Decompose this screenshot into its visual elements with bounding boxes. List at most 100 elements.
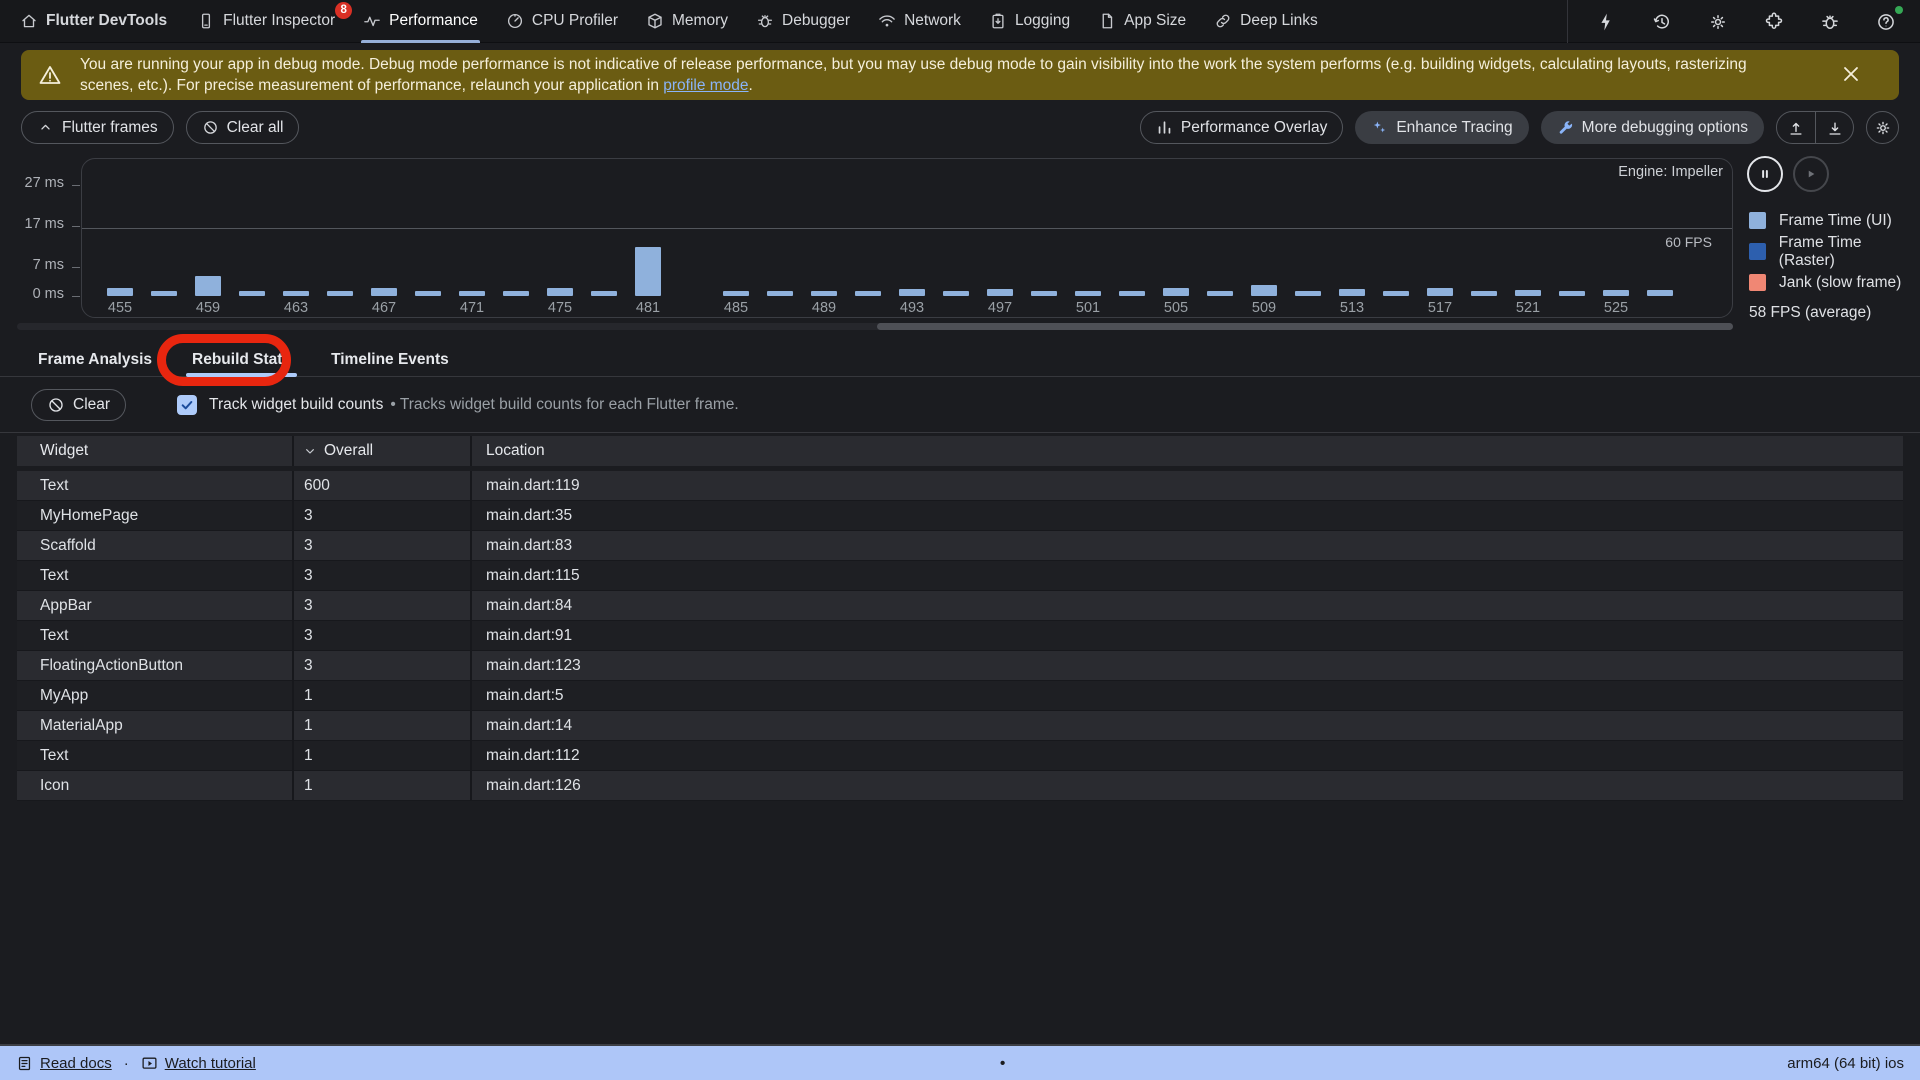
watch-tutorial-link[interactable]: Watch tutorial: [141, 1055, 256, 1072]
file-icon: [1098, 12, 1116, 30]
nav-home[interactable]: Flutter DevTools: [14, 0, 183, 43]
frame-bar[interactable]: [1119, 291, 1145, 296]
table-row-appbar-84[interactable]: AppBar3main.dart:84: [17, 591, 1903, 621]
settings-button[interactable]: [1690, 0, 1746, 43]
table-row-myapp-5[interactable]: MyApp1main.dart:5: [17, 681, 1903, 711]
extensions-button[interactable]: [1746, 0, 1802, 43]
column-header-overall[interactable]: Overall: [294, 436, 472, 466]
nav-tab-memory[interactable]: Memory: [632, 0, 742, 43]
frame-bar-521[interactable]: [1515, 290, 1541, 296]
frame-bar-481[interactable]: [635, 247, 661, 296]
nav-tab-cpu-profiler[interactable]: CPU Profiler: [492, 0, 632, 43]
frame-bar[interactable]: [1559, 291, 1585, 296]
hot-restart-button[interactable]: [1578, 0, 1634, 43]
frame-bar-497[interactable]: [987, 289, 1013, 296]
frame-bar-463[interactable]: [283, 291, 309, 296]
legend-swatch: [1749, 274, 1766, 291]
phone-icon: [197, 12, 215, 30]
clear-all-button[interactable]: Clear all: [186, 111, 300, 144]
nav-tab-app-size[interactable]: App Size: [1084, 0, 1200, 43]
cell-widget: MyHomePage: [17, 501, 294, 530]
frame-bar[interactable]: [1295, 291, 1321, 296]
frame-bar-513[interactable]: [1339, 289, 1365, 296]
footer-center-dot: •: [1000, 1055, 1005, 1072]
clear-button[interactable]: Clear: [31, 389, 126, 421]
resume-recording-button[interactable]: [1793, 156, 1829, 192]
frame-bar-505[interactable]: [1163, 288, 1189, 296]
frame-bar[interactable]: [767, 291, 793, 296]
chart-scrollbar-track[interactable]: [17, 323, 1733, 330]
frame-bar-471[interactable]: [459, 291, 485, 296]
tab-timeline-events[interactable]: Timeline Events: [311, 343, 469, 377]
track-widget-builds-checkbox[interactable]: [177, 395, 197, 415]
more-debugging-options-button[interactable]: More debugging options: [1541, 111, 1764, 144]
nav-tab-debugger[interactable]: Debugger: [742, 0, 864, 43]
table-row-materialapp-14[interactable]: MaterialApp1main.dart:14: [17, 711, 1903, 741]
frame-bar[interactable]: [327, 291, 353, 296]
cell-location: main.dart:83: [472, 531, 1903, 560]
frame-bar-517[interactable]: [1427, 288, 1453, 296]
frame-bar[interactable]: [1383, 291, 1409, 296]
table-row-text-91[interactable]: Text3main.dart:91: [17, 621, 1903, 651]
table-row-floatingactionbutton-123[interactable]: FloatingActionButton3main.dart:123: [17, 651, 1903, 681]
frame-bar[interactable]: [943, 291, 969, 296]
frame-bar[interactable]: [1031, 291, 1057, 296]
report-bug-button[interactable]: [1802, 0, 1858, 43]
help-button[interactable]: [1858, 0, 1914, 43]
frame-bar[interactable]: [1207, 291, 1233, 296]
banner-close-button[interactable]: [1822, 62, 1881, 89]
column-header-widget[interactable]: Widget: [17, 436, 294, 466]
frame-bar-525[interactable]: [1603, 290, 1629, 296]
frame-bar[interactable]: [503, 291, 529, 296]
frame-bar[interactable]: [855, 291, 881, 296]
flutter-frames-toggle[interactable]: Flutter frames: [21, 111, 174, 144]
tab-frame-analysis[interactable]: Frame Analysis: [18, 343, 172, 377]
network-icon: [878, 12, 896, 30]
table-row-scaffold-83[interactable]: Scaffold3main.dart:83: [17, 531, 1903, 561]
tab-rebuild-stats[interactable]: Rebuild Stats: [172, 343, 311, 377]
column-header-location[interactable]: Location: [472, 436, 1903, 466]
chart-scrollbar-thumb[interactable]: [877, 323, 1733, 330]
frame-bar-459[interactable]: [195, 276, 221, 296]
legend-label: Frame Time (Raster): [1779, 234, 1920, 270]
frame-bar-489[interactable]: [811, 291, 837, 296]
y-axis-tick-label: 17 ms: [8, 216, 64, 232]
import-button[interactable]: [1815, 112, 1853, 143]
history-button[interactable]: [1634, 0, 1690, 43]
x-axis-tick-label: 513: [1322, 300, 1382, 316]
pause-recording-button[interactable]: [1747, 156, 1783, 192]
table-row-text-112[interactable]: Text1main.dart:112: [17, 741, 1903, 771]
frame-bar[interactable]: [1647, 290, 1673, 296]
nav-tab-network[interactable]: Network: [864, 0, 975, 43]
frame-bar-475[interactable]: [547, 288, 573, 296]
frame-bar-501[interactable]: [1075, 291, 1101, 296]
frame-bar[interactable]: [1471, 291, 1497, 296]
nav-tab-logging[interactable]: Logging: [975, 0, 1084, 43]
frame-bar-455[interactable]: [107, 288, 133, 296]
frame-bar[interactable]: [591, 291, 617, 296]
frame-bar-467[interactable]: [371, 288, 397, 296]
profile-mode-link[interactable]: profile mode: [663, 77, 748, 94]
table-row-icon-126[interactable]: Icon1main.dart:126: [17, 771, 1903, 801]
nav-tab-performance[interactable]: Performance: [349, 0, 492, 43]
y-axis-tick-mark: [72, 185, 80, 186]
x-axis-tick-label: 467: [354, 300, 414, 316]
table-row-text-115[interactable]: Text3main.dart:115: [17, 561, 1903, 591]
frame-bar-493[interactable]: [899, 289, 925, 296]
chart-settings-button[interactable]: [1866, 111, 1899, 144]
frame-bar[interactable]: [239, 291, 265, 296]
read-docs-link[interactable]: Read docs: [16, 1055, 112, 1072]
frame-bar[interactable]: [415, 291, 441, 296]
frame-bar-485[interactable]: [723, 291, 749, 296]
frame-bar[interactable]: [151, 291, 177, 296]
nav-tab-flutter-inspector[interactable]: Flutter Inspector8: [183, 0, 349, 43]
nav-tab-deep-links[interactable]: Deep Links: [1200, 0, 1332, 43]
export-button[interactable]: [1777, 112, 1815, 143]
frame-bar-509[interactable]: [1251, 285, 1277, 296]
table-row-text-119[interactable]: Text600main.dart:119: [17, 471, 1903, 501]
enhance-tracing-button[interactable]: Enhance Tracing: [1355, 111, 1528, 144]
link-icon: [1214, 12, 1232, 30]
fps-threshold-line: [82, 228, 1732, 229]
performance-overlay-button[interactable]: Performance Overlay: [1140, 111, 1343, 144]
table-row-myhomepage-35[interactable]: MyHomePage3main.dart:35: [17, 501, 1903, 531]
